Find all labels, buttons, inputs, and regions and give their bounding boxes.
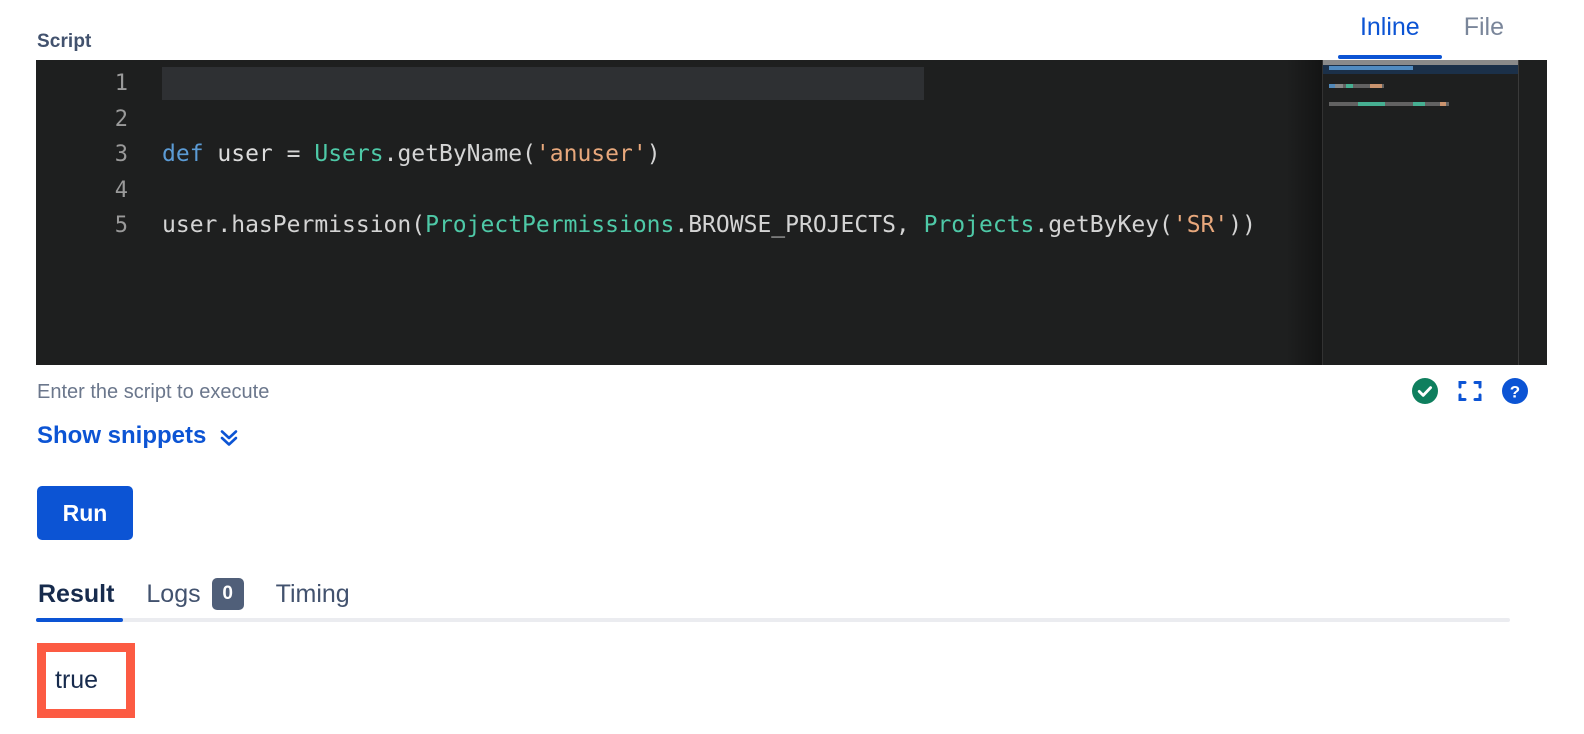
minimap-line bbox=[1446, 102, 1450, 106]
code-text-area[interactable]: 1import com.atlassian.jira.permission.Pr… bbox=[36, 60, 1322, 365]
logs-count-badge: 0 bbox=[211, 578, 244, 610]
tab-logs[interactable]: Logs 0 bbox=[130, 570, 259, 618]
tab-inline-label: Inline bbox=[1359, 13, 1420, 41]
tab-file-label: File bbox=[1463, 13, 1504, 41]
show-snippets-toggle[interactable]: Show snippets bbox=[37, 420, 240, 452]
editor-hint: Enter the script to execute bbox=[37, 381, 270, 403]
code-line[interactable]: 3 def user = Users.getByName('anuser') bbox=[36, 137, 1322, 173]
tab-result-label: Result bbox=[38, 579, 115, 608]
result-value: true bbox=[55, 666, 99, 694]
script-console-page: Script Inline File 1import com.atlassian… bbox=[0, 0, 1584, 734]
minimap-line bbox=[1339, 66, 1413, 70]
fullscreen-icon[interactable] bbox=[1456, 377, 1484, 405]
minimap-line bbox=[1424, 102, 1440, 106]
code-editor[interactable]: 1import com.atlassian.jira.permission.Pr… bbox=[36, 60, 1547, 365]
line-number: 2 bbox=[114, 106, 128, 132]
code-line-text: def user = Users.getByName('anuser') bbox=[162, 141, 661, 167]
page-title: Script bbox=[37, 31, 92, 52]
result-tabs-underline-active bbox=[36, 618, 123, 622]
line-number: 3 bbox=[114, 142, 128, 167]
code-minimap[interactable] bbox=[1323, 60, 1518, 365]
editor-helper-row: Enter the script to execute ? bbox=[0, 378, 1584, 412]
tab-file-underline bbox=[1442, 55, 1526, 59]
code-line[interactable]: 1import com.atlassian.jira.permission.Pr… bbox=[36, 66, 1322, 102]
code-line-selection bbox=[162, 67, 925, 100]
code-line[interactable]: 5 user.hasPermission(ProjectPermissions.B… bbox=[36, 208, 1322, 244]
minimap-line bbox=[1385, 102, 1413, 106]
tab-result[interactable]: Result bbox=[36, 570, 130, 618]
minimap-scroll-slider[interactable] bbox=[1323, 60, 1518, 65]
tab-inline[interactable]: Inline bbox=[1337, 8, 1442, 59]
valid-check-icon[interactable] bbox=[1411, 377, 1439, 405]
minimap-line bbox=[1370, 84, 1383, 88]
result-tabs-underline-track bbox=[36, 618, 1510, 622]
tab-timing-label: Timing bbox=[275, 579, 350, 608]
show-snippets-label: Show snippets bbox=[37, 422, 207, 449]
minimap-line bbox=[1382, 84, 1385, 88]
line-number: 1 bbox=[114, 71, 128, 96]
result-tabs: Result Logs 0 Timing bbox=[36, 570, 1510, 622]
double-chevron-down-icon bbox=[218, 424, 240, 448]
minimap-line bbox=[1329, 102, 1358, 106]
minimap-line bbox=[1357, 102, 1386, 106]
minimap-line bbox=[1329, 66, 1340, 70]
minimap-line bbox=[1353, 84, 1371, 88]
tab-logs-label: Logs bbox=[146, 579, 201, 608]
tab-file[interactable]: File bbox=[1442, 8, 1526, 59]
minimap-line bbox=[1345, 84, 1354, 88]
run-button-label: Run bbox=[62, 499, 108, 526]
svg-text:?: ? bbox=[1510, 383, 1520, 402]
code-line-text: user.hasPermission(ProjectPermissions.BR… bbox=[162, 212, 1256, 238]
help-icon[interactable]: ? bbox=[1501, 377, 1529, 405]
minimap-line bbox=[1335, 84, 1343, 88]
code-line[interactable]: 2 bbox=[36, 102, 1322, 138]
line-number: 5 bbox=[114, 213, 128, 238]
editor-icon-group: ? bbox=[1411, 377, 1529, 405]
code-line[interactable]: 4 bbox=[36, 173, 1322, 209]
editor-header: Script Inline File bbox=[0, 0, 1584, 62]
line-number: 4 bbox=[114, 177, 128, 203]
editor-right-padding bbox=[1519, 60, 1547, 365]
result-tab-strip: Result Logs 0 Timing bbox=[36, 570, 1510, 618]
source-type-tabs: Inline File bbox=[1337, 8, 1526, 59]
tab-timing[interactable]: Timing bbox=[260, 570, 366, 618]
run-button[interactable]: Run bbox=[37, 486, 133, 540]
tab-inline-underline bbox=[1337, 55, 1442, 59]
minimap-line bbox=[1412, 102, 1425, 106]
